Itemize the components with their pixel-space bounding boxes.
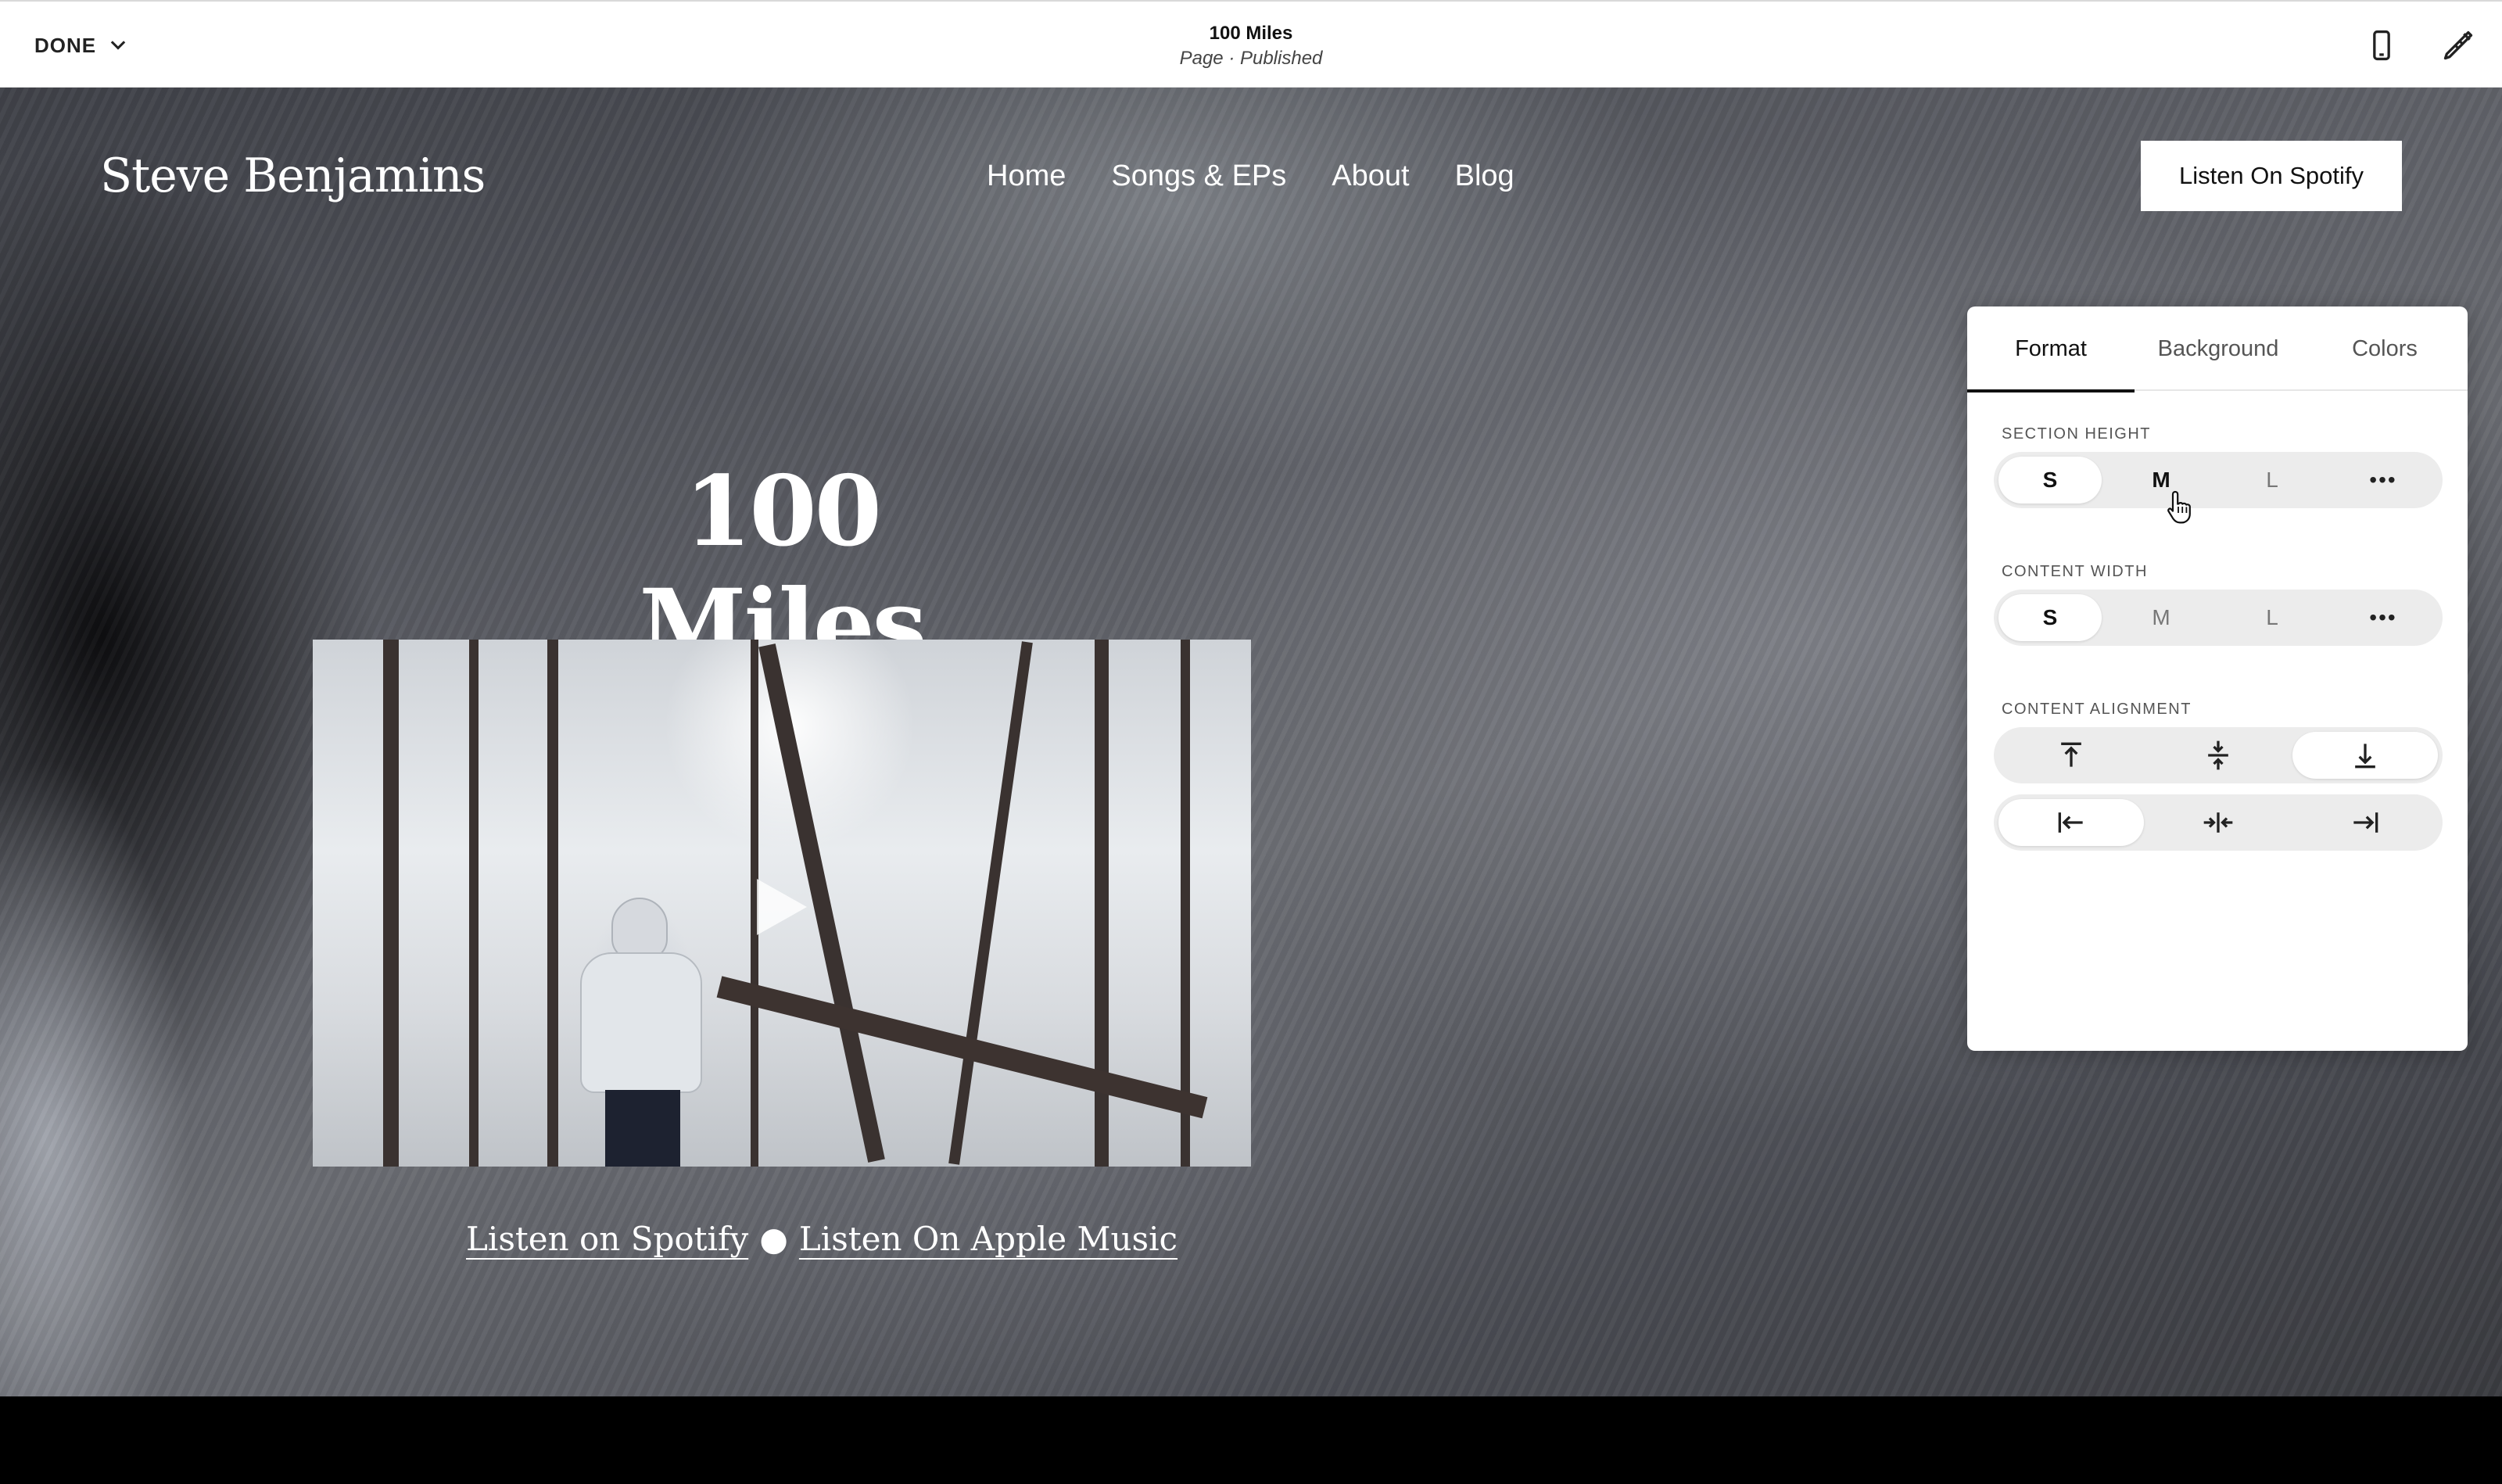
- page-info: 100 Miles Page · Published: [938, 20, 1564, 70]
- section-height-m[interactable]: M: [2109, 457, 2213, 504]
- align-top-icon: [2061, 742, 2081, 767]
- align-middle-button[interactable]: [2145, 732, 2291, 779]
- listen-links: Listen on Spotify ● Listen On Apple Musi…: [466, 1220, 1178, 1258]
- align-right-icon: [2353, 812, 2378, 833]
- video-player[interactable]: [313, 640, 1251, 1167]
- align-middle-icon: [2208, 740, 2228, 770]
- listen-on-spotify-link[interactable]: Listen on Spotify: [466, 1220, 748, 1258]
- next-section-band: [0, 1396, 2502, 1484]
- content-width-more[interactable]: •••: [2332, 594, 2435, 641]
- link-separator: ●: [759, 1220, 788, 1258]
- nav-home[interactable]: Home: [987, 160, 1066, 193]
- video-tree: [948, 641, 1033, 1165]
- section-height-label: SECTION HEIGHT: [2002, 425, 2152, 443]
- video-tree: [469, 640, 479, 1167]
- page-status: Page · Published: [1179, 48, 1323, 69]
- play-icon[interactable]: [757, 879, 807, 935]
- horizontal-alignment-control: [1994, 794, 2443, 851]
- done-button[interactable]: DONE: [34, 28, 129, 63]
- site-logo[interactable]: Steve Benjamins: [100, 149, 486, 203]
- video-tree: [1181, 640, 1190, 1167]
- section-height-control: S M L •••: [1994, 452, 2443, 508]
- content-width-l[interactable]: L: [2221, 594, 2324, 641]
- align-bottom-icon: [2355, 744, 2375, 769]
- done-label: DONE: [34, 33, 97, 57]
- section-format-panel: Format Background Colors SECTION HEIGHT …: [1967, 306, 2468, 1051]
- mobile-preview-icon: [2373, 30, 2390, 61]
- hand-pointer-icon: [2167, 490, 2191, 524]
- nav-blog[interactable]: Blog: [1455, 160, 1514, 193]
- content-alignment-label: CONTENT ALIGNMENT: [2002, 701, 2192, 718]
- tab-background[interactable]: Background: [2135, 306, 2302, 391]
- align-top-button[interactable]: [1998, 732, 2144, 779]
- video-hiker: [571, 898, 712, 1167]
- video-tree: [383, 640, 399, 1167]
- section-height-more[interactable]: •••: [2332, 457, 2435, 504]
- content-width-s[interactable]: S: [1998, 594, 2102, 641]
- nav-songs-eps[interactable]: Songs & EPs: [1111, 160, 1286, 193]
- align-left-button[interactable]: [1998, 799, 2144, 846]
- content-width-control: S M L •••: [1994, 590, 2443, 646]
- align-left-icon: [2058, 812, 2083, 833]
- video-tree: [547, 640, 558, 1167]
- page-title: 100 Miles: [1209, 23, 1293, 44]
- editor-toolbar: DONE 100 Miles Page · Published: [0, 0, 2502, 88]
- tab-colors[interactable]: Colors: [2302, 306, 2468, 391]
- panel-tabs: Format Background Colors: [1967, 306, 2468, 393]
- section-height-s[interactable]: S: [1998, 457, 2102, 504]
- listen-on-spotify-button[interactable]: Listen On Spotify: [2141, 141, 2402, 211]
- align-center-icon: [2203, 812, 2233, 833]
- chevron-down-icon: [110, 41, 126, 50]
- site-navigation: Home Songs & EPs About Blog: [987, 160, 1514, 193]
- site-styles-icon: [2443, 30, 2473, 60]
- content-width-m[interactable]: M: [2109, 594, 2213, 641]
- align-right-button[interactable]: [2292, 799, 2438, 846]
- tab-format[interactable]: Format: [1967, 306, 2135, 393]
- site-styles-button[interactable]: [2438, 25, 2479, 66]
- listen-on-apple-music-link[interactable]: Listen On Apple Music: [799, 1220, 1178, 1258]
- content-width-label: CONTENT WIDTH: [2002, 563, 2148, 580]
- nav-about[interactable]: About: [1332, 160, 1409, 193]
- mobile-preview-button[interactable]: [2361, 25, 2402, 66]
- align-bottom-button[interactable]: [2292, 732, 2438, 779]
- align-center-button[interactable]: [2145, 799, 2291, 846]
- vertical-alignment-control: [1994, 727, 2443, 783]
- section-height-l[interactable]: L: [2221, 457, 2324, 504]
